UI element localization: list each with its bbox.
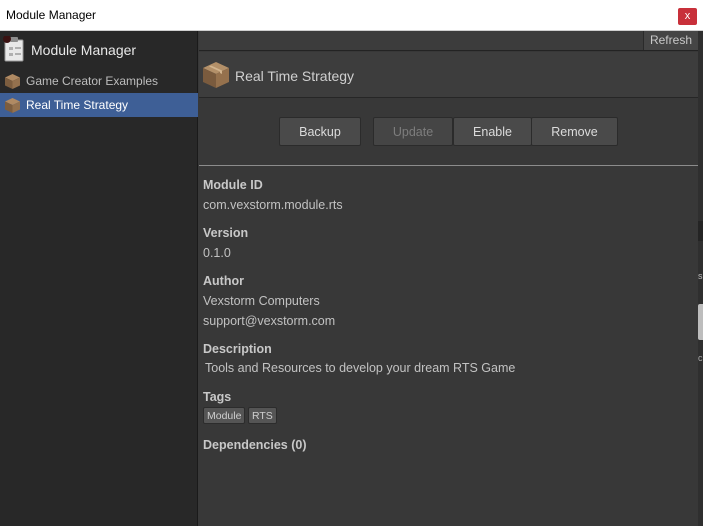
sidebar-title: Module Manager bbox=[31, 42, 137, 58]
window-title: Module Manager bbox=[6, 8, 97, 22]
version-label: Version bbox=[203, 226, 249, 240]
sidebar-item-label: Game Creator Examples bbox=[26, 74, 159, 88]
edge-glyph: s bbox=[698, 271, 703, 281]
module-details-panel: Refresh Real Time Strategy Backup Update… bbox=[199, 31, 698, 526]
dependencies-label: Dependencies (0) bbox=[203, 438, 307, 452]
version-value: 0.1.0 bbox=[203, 246, 231, 260]
edge-block bbox=[698, 221, 703, 241]
tag-badge: RTS bbox=[248, 407, 277, 424]
sidebar-item-game-creator-examples[interactable]: Game Creator Examples bbox=[0, 69, 198, 93]
clipboard-icon bbox=[2, 35, 26, 65]
divider bbox=[199, 165, 698, 166]
refresh-button[interactable]: Refresh bbox=[642, 31, 698, 50]
toolbar: Refresh bbox=[199, 31, 698, 51]
edge-glyph: c bbox=[698, 353, 703, 363]
description-value: Tools and Resources to develop your drea… bbox=[205, 361, 516, 375]
close-button[interactable]: x bbox=[678, 8, 697, 25]
description-label: Description bbox=[203, 342, 272, 356]
module-title: Real Time Strategy bbox=[235, 68, 355, 84]
sidebar-header: Module Manager bbox=[0, 31, 198, 67]
module-id-value: com.vexstorm.module.rts bbox=[203, 198, 343, 212]
package-box-icon bbox=[4, 97, 21, 117]
module-sidebar: Module Manager Game Creator Examples Rea… bbox=[0, 31, 198, 526]
edge-button bbox=[698, 304, 703, 340]
author-name: Vexstorm Computers bbox=[203, 294, 320, 308]
tags-label: Tags bbox=[203, 390, 232, 404]
update-button[interactable]: Update bbox=[373, 117, 453, 146]
author-email: support@vexstorm.com bbox=[203, 314, 336, 328]
sidebar-item-real-time-strategy[interactable]: Real Time Strategy bbox=[0, 93, 198, 117]
backup-button[interactable]: Backup bbox=[279, 117, 361, 146]
author-label: Author bbox=[203, 274, 244, 288]
package-box-icon bbox=[202, 61, 230, 92]
window-titlebar: Module Manager x bbox=[0, 0, 703, 31]
sidebar-item-label: Real Time Strategy bbox=[26, 98, 129, 112]
tag-badge: Module bbox=[203, 407, 246, 424]
enable-button[interactable]: Enable bbox=[453, 117, 532, 146]
module-header: Real Time Strategy bbox=[199, 52, 698, 98]
module-id-label: Module ID bbox=[203, 178, 263, 192]
remove-button[interactable]: Remove bbox=[531, 117, 618, 146]
background-panel-edge: s c bbox=[698, 31, 703, 526]
package-box-icon bbox=[4, 73, 21, 93]
